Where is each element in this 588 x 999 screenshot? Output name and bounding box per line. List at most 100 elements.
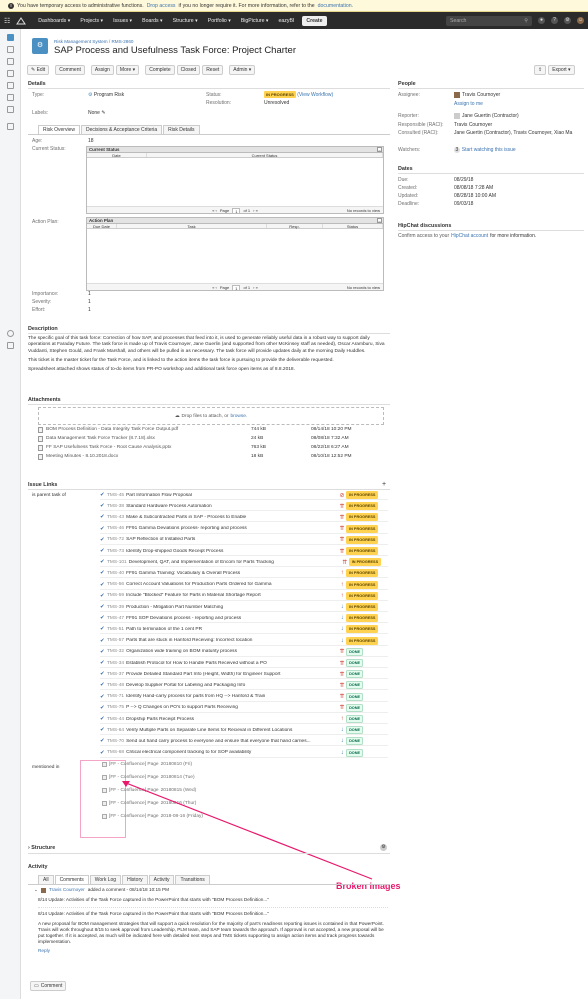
- issue-summary[interactable]: Production - Mitigation Part Number Matc…: [126, 605, 338, 610]
- attachment-name[interactable]: Data Management Task Force Tracker (8.7.…: [46, 436, 251, 441]
- nav-projects[interactable]: Projects ▾: [78, 17, 105, 25]
- issue-summary[interactable]: Organization wide training on BOM maturi…: [126, 649, 338, 654]
- add-comment-button[interactable]: ▭ Comment: [30, 981, 67, 991]
- issue-summary[interactable]: Parts that are stuck in Hanford Receivin…: [126, 638, 338, 643]
- responsible-value[interactable]: Travis Cournoyer: [454, 122, 492, 128]
- nav-boards[interactable]: Boards ▾: [140, 17, 164, 25]
- issue-summary[interactable]: Dropship Parts Receipt Process: [126, 717, 338, 722]
- issue-summary[interactable]: Develop Supplier Portal for Labeling and…: [126, 683, 338, 688]
- issue-summary[interactable]: Development, QAT, and Implementation of …: [129, 560, 341, 565]
- components-icon[interactable]: [6, 82, 14, 89]
- collapse-sidebar-icon[interactable]: [6, 342, 14, 349]
- col-resp[interactable]: Resp.: [267, 224, 323, 229]
- structure-heading[interactable]: › Structure: [28, 845, 55, 851]
- link-icon[interactable]: [6, 123, 14, 130]
- issue-summary[interactable]: Include "Blocked" Feature for Parts in M…: [126, 593, 338, 598]
- issue-link-row[interactable]: ✔ TMS-39 Production - Mitigation Part Numb…: [100, 603, 388, 612]
- more-button[interactable]: More ▾: [115, 65, 140, 75]
- issue-key[interactable]: TMS-71: [107, 694, 124, 699]
- issue-link-row[interactable]: ✔ TMS-37 Provide Detailed Standard Part In…: [100, 670, 388, 680]
- issue-summary[interactable]: P --> Q Changes on PO's to support Parts…: [126, 705, 338, 710]
- tab-history[interactable]: History: [122, 875, 148, 884]
- pager-next-icon[interactable]: › »: [253, 207, 258, 213]
- attachment-name[interactable]: Meeting Minutes - 8.10.2018.docx: [46, 454, 251, 459]
- nav-eazybi[interactable]: eazyBI: [277, 17, 297, 25]
- issue-key[interactable]: TMS-39: [107, 605, 124, 610]
- issue-key[interactable]: TMS-70: [107, 739, 124, 744]
- comment-author[interactable]: Travis Cournoyer: [49, 887, 85, 893]
- issue-link-row[interactable]: ✔ TMS-57 Parts that are stuck in Hanford R…: [100, 636, 388, 646]
- issue-key[interactable]: TMS-48: [107, 683, 124, 688]
- share-icon[interactable]: ⇪: [534, 65, 547, 75]
- avatar[interactable]: ☺: [577, 17, 584, 24]
- tab-decisions-acceptance[interactable]: Decisions & Acceptance Criteria: [80, 125, 163, 134]
- col-task[interactable]: Task: [117, 224, 267, 229]
- nav-structure[interactable]: Structure ▾: [171, 17, 200, 25]
- issue-key[interactable]: TMS-46: [107, 526, 124, 531]
- mention-item[interactable]: [FF - Confluence] Page 20180810 (Fri): [102, 762, 192, 767]
- view-workflow-link[interactable]: (View Workflow): [297, 92, 333, 98]
- issue-link-row[interactable]: ✔ TMS-34 Establish Protocol for How to Han…: [100, 659, 388, 668]
- nav-bigpicture[interactable]: BigPicture ▾: [239, 17, 271, 25]
- issue-key[interactable]: TMS-64: [107, 728, 124, 733]
- tab-all[interactable]: All: [38, 875, 54, 884]
- drop-access-link[interactable]: Drop access: [147, 3, 176, 9]
- issue-summary[interactable]: Identify Hand-carry process for parts fr…: [126, 694, 338, 699]
- issue-summary[interactable]: Part Information Flow Proposal: [126, 493, 338, 498]
- attachment-row[interactable]: Meeting Minutes - 8.10.2018.docx 18 kB 08/…: [38, 452, 384, 461]
- issue-link-row[interactable]: ✔ TMS-59 Include "Blocked" Feature for Par…: [100, 591, 388, 601]
- issue-link-row[interactable]: ✔ TMS-72 SAP Reflection of Installed Parts…: [100, 535, 388, 545]
- nav-dashboards[interactable]: Dashboards ▾: [36, 17, 72, 25]
- issue-key[interactable]: TMS-44: [107, 717, 124, 722]
- issue-summary[interactable]: Establish Protocol for How to Handle Par…: [126, 661, 338, 666]
- col-due-date[interactable]: Due Date: [87, 224, 117, 229]
- issue-key[interactable]: TMS-47: [107, 616, 124, 621]
- issue-key[interactable]: TMS-56: [107, 582, 124, 587]
- issue-summary[interactable]: SAP Reflection of Installed Parts: [126, 537, 338, 542]
- issue-key[interactable]: TMS-59: [107, 593, 124, 598]
- tab-risk-overview[interactable]: Risk Overview: [38, 125, 80, 134]
- export-button[interactable]: Export ▾: [548, 65, 575, 75]
- issue-key[interactable]: TMS-37: [107, 672, 124, 677]
- grid-collapse-icon[interactable]: –: [377, 218, 382, 223]
- project-avatar-icon[interactable]: [6, 34, 14, 41]
- labels-value[interactable]: None ✎: [88, 110, 106, 116]
- settings-icon[interactable]: ⚙: [564, 17, 571, 24]
- issue-link-row[interactable]: ✔ TMS-32 Organization wide training on BOM…: [100, 647, 388, 657]
- issue-summary[interactable]: Standard Hardware Process Automation: [126, 504, 338, 509]
- issue-key[interactable]: TMS-73: [107, 549, 124, 554]
- reporter-field[interactable]: Jane Guertin (Contractor): [454, 113, 519, 119]
- issue-key[interactable]: TMS-38: [107, 504, 124, 509]
- issue-link-row[interactable]: ✔ TMS-101 Development, QAT, and Implementa…: [100, 558, 388, 568]
- search-input[interactable]: Search ⚲: [446, 15, 532, 26]
- grid-collapse-icon[interactable]: –: [377, 147, 382, 152]
- complete-button[interactable]: Complete: [145, 65, 175, 75]
- issue-key[interactable]: TMS-101: [107, 560, 127, 565]
- issue-key[interactable]: TMS-40: [107, 571, 124, 576]
- issue-link-row[interactable]: ✔ TMS-47 FF91 SOP Deviations process - rep…: [100, 614, 388, 624]
- assign-button[interactable]: Assign: [90, 65, 114, 75]
- issue-summary[interactable]: Correct Account Valuations for Productio…: [126, 582, 338, 587]
- issue-summary[interactable]: Critical electrical component tracking t…: [126, 750, 338, 755]
- attachment-name[interactable]: BOM Process Definition - Data Integrity …: [46, 427, 251, 432]
- status-badge[interactable]: IN PROGRESS: [264, 91, 296, 98]
- issue-summary[interactable]: FF91 SOP Deviations process - reporting …: [126, 616, 338, 621]
- breadcrumb-project[interactable]: Risk Management System: [54, 39, 108, 44]
- issue-key[interactable]: TMS-34: [107, 661, 124, 666]
- attachment-name[interactable]: FF SAP Usefulness Task Force - Root Caus…: [46, 445, 251, 450]
- breadcrumb-issue-key[interactable]: RMS-2860: [111, 39, 133, 44]
- attachment-row[interactable]: FF SAP Usefulness Task Force - Root Caus…: [38, 443, 384, 452]
- issue-key[interactable]: TMS-72: [107, 537, 124, 542]
- attachment-row[interactable]: Data Management Task Force Tracker (8.7.…: [38, 434, 384, 443]
- page-input[interactable]: 1: [232, 207, 241, 214]
- attachment-row[interactable]: BOM Process Definition - Data Integrity …: [38, 425, 384, 434]
- reset-button[interactable]: Reset: [202, 65, 224, 75]
- tab-activity[interactable]: Activity: [148, 875, 175, 884]
- col-status[interactable]: Status: [323, 224, 383, 229]
- add-link-icon[interactable]: +: [382, 481, 386, 488]
- page-input[interactable]: 1: [232, 284, 241, 291]
- col-date[interactable]: Date: [87, 153, 147, 158]
- type-value[interactable]: ⚙ Program Risk: [88, 92, 124, 98]
- issue-key[interactable]: TMS-57: [107, 638, 124, 643]
- issue-link-row[interactable]: ✔ TMS-44 Dropship Parts Receipt Process ↑ DO…: [100, 715, 388, 724]
